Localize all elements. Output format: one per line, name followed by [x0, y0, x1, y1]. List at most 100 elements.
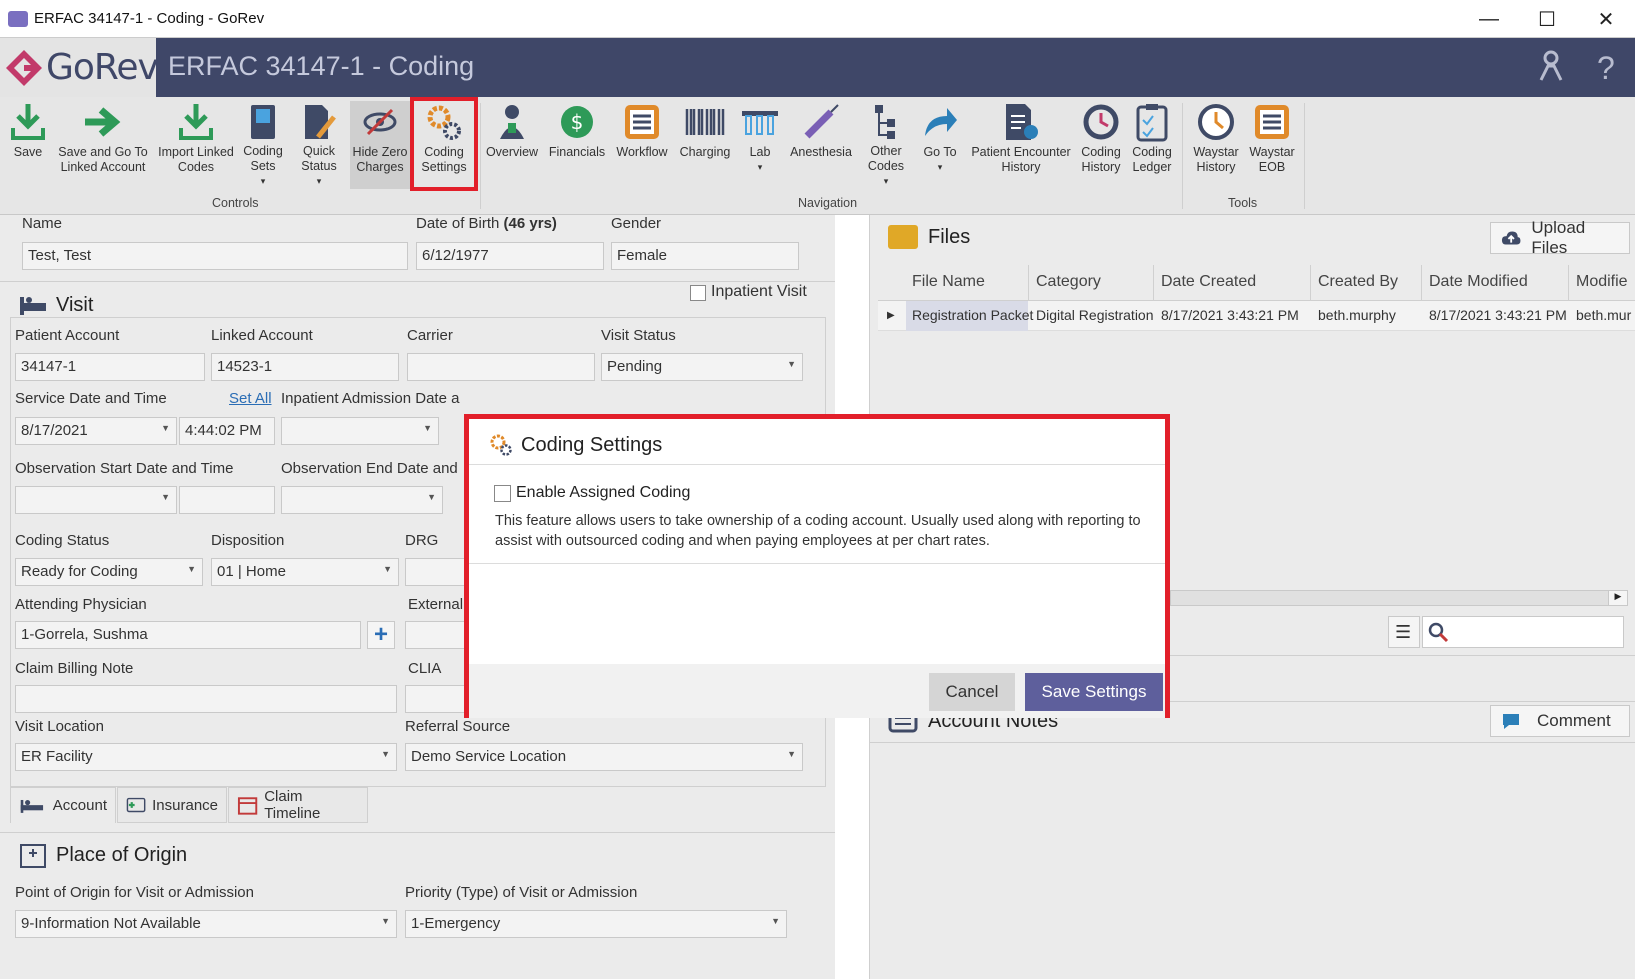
files-heading: Files	[888, 225, 970, 249]
attending-physician-label: Attending Physician	[15, 596, 147, 613]
inpatient-admission-date-picker[interactable]: ▼	[281, 417, 439, 445]
overview-button[interactable]: Overview	[484, 101, 540, 189]
scroll-right-icon[interactable]: ▶	[1608, 590, 1628, 606]
go-to-button[interactable]: Go To ▾	[918, 101, 962, 189]
patient-account-field[interactable]: 34147-1	[15, 353, 205, 381]
disposition-select[interactable]: 01 | Home ▼	[211, 558, 399, 586]
column-date-created[interactable]: Date Created	[1161, 273, 1256, 291]
visit-status-label: Visit Status	[601, 327, 676, 344]
cancel-button[interactable]: Cancel	[929, 673, 1015, 711]
anesthesia-button[interactable]: Anesthesia	[788, 101, 854, 189]
hide-zero-charges-button[interactable]: Hide Zero Charges	[350, 101, 410, 189]
table-row[interactable]: ▶ Registration Packet Digital Registrati…	[878, 301, 1635, 331]
set-all-link[interactable]: Set All	[229, 390, 272, 407]
coding-sets-button[interactable]: Coding Sets ▾	[240, 101, 286, 189]
group-separator	[480, 103, 481, 209]
referral-source-select[interactable]: Demo Service Location ▼	[405, 743, 803, 771]
import-linked-codes-button[interactable]: Import Linked Codes	[158, 101, 234, 189]
name-label: Name	[22, 215, 63, 232]
column-date-modified[interactable]: Date Modified	[1429, 273, 1528, 291]
observation-start-label: Observation Start Date and Time	[15, 460, 234, 477]
point-of-origin-select[interactable]: 9-Information Not Available ▼	[15, 910, 397, 938]
column-created-by[interactable]: Created By	[1318, 273, 1398, 291]
horizontal-scrollbar[interactable]	[1170, 590, 1623, 606]
coding-history-button[interactable]: Coding History	[1078, 101, 1124, 189]
column-modified-by[interactable]: Modifie	[1576, 273, 1628, 291]
cloud-upload-icon	[1501, 231, 1521, 245]
dob-label: Date of Birth (46 yrs)	[416, 215, 557, 232]
external-field[interactable]	[405, 621, 465, 649]
maximize-button[interactable]: ☐	[1518, 0, 1576, 38]
visit-location-select[interactable]: ER Facility ▼	[15, 743, 397, 771]
enable-assigned-coding-checkbox[interactable]	[494, 485, 511, 502]
dialog-description: This feature allows users to take owners…	[495, 513, 1141, 549]
column-file-name[interactable]: File Name	[912, 273, 985, 291]
tab-insurance[interactable]: Insurance	[117, 787, 227, 823]
created-by-cell: beth.murphy	[1318, 307, 1396, 323]
waystar-eob-button[interactable]: Waystar EOB	[1248, 101, 1296, 189]
help-icon[interactable]: ?	[1597, 50, 1615, 87]
dialog-footer: Cancel Save Settings	[469, 664, 1165, 718]
workflow-button[interactable]: Workflow	[613, 101, 671, 189]
observation-start-date-picker[interactable]: ▼	[15, 486, 177, 514]
save-settings-button[interactable]: Save Settings	[1025, 673, 1163, 711]
waystar-history-button[interactable]: Waystar History	[1190, 101, 1242, 189]
other-codes-button[interactable]: Other Codes ▾	[860, 101, 912, 189]
comment-button[interactable]: Comment	[1490, 705, 1630, 737]
inpatient-admission-label: Inpatient Admission Date a	[281, 390, 460, 407]
attending-physician-field[interactable]: 1-Gorrela, Sushma	[15, 621, 361, 649]
patient-encounter-history-button[interactable]: Patient Encounter History	[968, 101, 1074, 189]
dollar-icon: $	[557, 101, 597, 143]
tab-claim-timeline[interactable]: Claim Timeline	[228, 787, 368, 823]
svg-text:$: $	[571, 110, 584, 134]
chevron-down-icon: ▼	[161, 492, 170, 502]
minimize-button[interactable]: —	[1460, 0, 1518, 38]
save-button[interactable]: Save	[8, 101, 48, 189]
upload-files-button[interactable]: Upload Files	[1490, 218, 1630, 257]
quick-status-button[interactable]: Quick Status ▾	[293, 101, 345, 189]
plus-icon: +	[373, 621, 388, 648]
files-grid-header: File Name Category Date Created Created …	[878, 265, 1635, 301]
close-button[interactable]: ✕	[1577, 0, 1635, 38]
drg-field[interactable]	[405, 558, 465, 586]
linked-account-field[interactable]: 14523-1	[211, 353, 399, 381]
gender-field[interactable]: Female	[611, 242, 799, 270]
menu-button[interactable]: ☰	[1388, 616, 1420, 648]
dob-field[interactable]: 6/12/1977	[416, 242, 604, 270]
coding-status-select[interactable]: Ready for Coding ▼	[15, 558, 203, 586]
point-of-origin-label: Point of Origin for Visit or Admission	[15, 884, 254, 901]
divider	[0, 832, 835, 833]
carrier-field[interactable]	[407, 353, 595, 381]
charging-button[interactable]: Charging	[675, 101, 735, 189]
chevron-down-icon: ▼	[423, 423, 432, 433]
expand-row-icon[interactable]: ▶	[887, 310, 895, 321]
coding-ledger-button[interactable]: Coding Ledger	[1128, 101, 1176, 189]
arrow-right-icon	[83, 101, 123, 143]
save-and-go-to-linked-button[interactable]: Save and Go To Linked Account	[55, 101, 151, 189]
coding-settings-dialog: Coding Settings Enable Assigned Coding T…	[464, 414, 1170, 718]
priority-select[interactable]: 1-Emergency ▼	[405, 910, 787, 938]
files-search-input[interactable]	[1422, 616, 1624, 648]
patient-account-label: Patient Account	[15, 327, 120, 344]
name-field[interactable]: Test, Test	[22, 242, 408, 270]
enable-assigned-coding-label[interactable]: Enable Assigned Coding	[516, 484, 690, 502]
file-name-cell: Registration Packet	[912, 307, 1034, 323]
observation-start-time-field[interactable]	[179, 486, 275, 514]
place-of-origin-heading: Place of Origin	[18, 841, 187, 869]
inpatient-visit-checkbox[interactable]	[690, 285, 706, 301]
observation-end-date-picker[interactable]: ▼	[281, 486, 443, 514]
bed-icon	[20, 297, 46, 315]
user-keys-icon[interactable]	[1536, 50, 1566, 90]
lab-button[interactable]: Lab ▾	[740, 101, 780, 189]
financials-button[interactable]: $ Financials	[546, 101, 608, 189]
claim-billing-note-field[interactable]	[15, 685, 397, 713]
visit-status-select[interactable]: Pending ▼	[601, 353, 803, 381]
disposition-label: Disposition	[211, 532, 285, 549]
column-category[interactable]: Category	[1036, 273, 1101, 291]
service-date-picker[interactable]: 8/17/2021 ▼	[15, 417, 177, 445]
tab-account[interactable]: Account	[10, 787, 116, 823]
brand-header: GoRev ERFAC 34147-1 - Coding ?	[0, 38, 1635, 97]
service-time-field[interactable]: 4:44:02 PM	[179, 417, 275, 445]
bed-icon	[20, 799, 44, 813]
add-physician-button[interactable]: +	[367, 621, 395, 649]
